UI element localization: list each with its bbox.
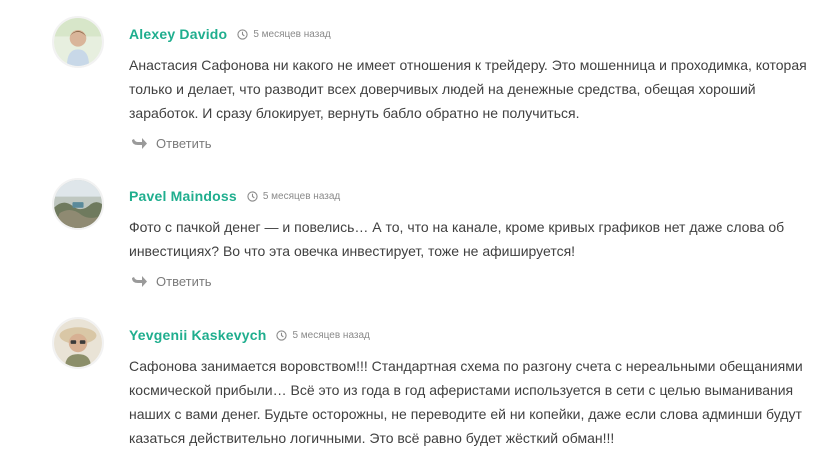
comment-time-label: 5 месяцев назад xyxy=(292,329,370,341)
avatar[interactable] xyxy=(52,317,104,369)
avatar[interactable] xyxy=(52,16,104,68)
comment-author[interactable]: Pavel Maindoss xyxy=(129,188,237,204)
comment-list: Alexey Davido 5 месяцев назад Анастасия … xyxy=(0,0,840,454)
reply-label: Ответить xyxy=(156,136,212,151)
comment-text: Сафонова занимается воровством!!! Станда… xyxy=(129,358,803,446)
clock-icon xyxy=(237,28,248,40)
comment-timestamp[interactable]: 5 месяцев назад xyxy=(247,191,340,202)
comment-time-label: 5 месяцев назад xyxy=(253,28,331,40)
reply-arrow-icon xyxy=(132,276,147,287)
avatar[interactable] xyxy=(52,178,104,230)
clock-icon xyxy=(247,190,258,202)
comment-author[interactable]: Yevgenii Kaskevych xyxy=(129,327,266,343)
reply-button[interactable]: Ответить xyxy=(131,274,212,289)
reply-arrow-icon xyxy=(132,138,147,149)
reply-label: Ответить xyxy=(156,274,212,289)
comment-timestamp[interactable]: 5 месяцев назад xyxy=(237,28,331,40)
comment-timestamp[interactable]: 5 месяцев назад xyxy=(276,329,370,341)
clock-icon xyxy=(276,329,288,341)
comment-time-label: 5 месяцев назад xyxy=(262,190,341,202)
reply-button[interactable]: Ответить xyxy=(131,136,212,151)
comment-text: Фото с пачкой денег — и повелись… А то, … xyxy=(129,219,785,259)
comment-text: Анастасия Сафонова ни какого не имеет от… xyxy=(129,57,807,121)
comment-author[interactable]: Alexey Davido xyxy=(129,26,227,42)
